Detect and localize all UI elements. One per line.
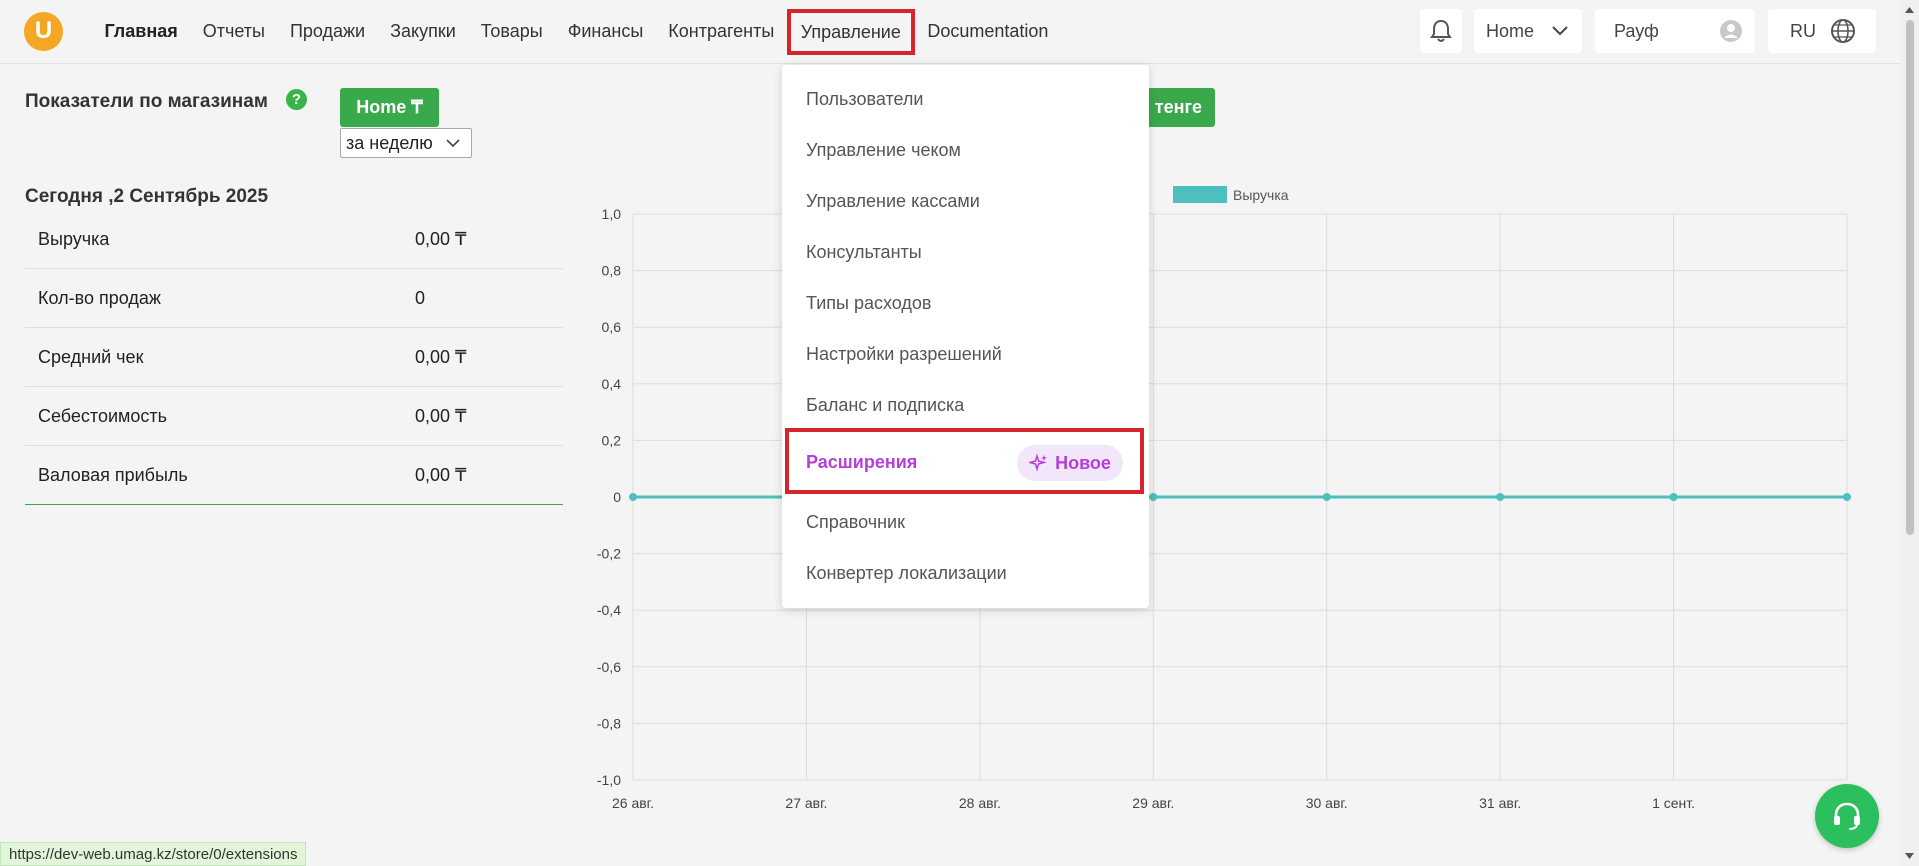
stat-row-sales-count: Кол-во продаж 0 xyxy=(25,269,563,328)
status-bar-url: https://dev-web.umag.kz/store/0/extensio… xyxy=(0,842,307,866)
y-tick-label: -0,6 xyxy=(597,659,621,675)
language-code: RU xyxy=(1790,20,1816,41)
x-tick-label: 1 сент. xyxy=(1652,795,1695,811)
menu-item-balance-subscription[interactable]: Баланс и подписка xyxy=(806,395,964,416)
new-badge-label: Новое xyxy=(1055,452,1111,473)
store-selector-label: Home xyxy=(1486,20,1535,41)
logo-letter: U xyxy=(34,16,53,44)
data-point xyxy=(1496,493,1505,501)
panel-title: Показатели по магазинам xyxy=(25,91,268,112)
nav-products[interactable]: Товары xyxy=(468,0,555,63)
nav-counterparties[interactable]: Контрагенты xyxy=(656,0,787,63)
bell-icon xyxy=(1430,19,1452,42)
scroll-thumb[interactable] xyxy=(1906,20,1914,535)
x-tick-label: 31 авг. xyxy=(1479,795,1521,811)
nav-purchases[interactable]: Закупки xyxy=(378,0,469,63)
stat-value: 0 xyxy=(415,287,426,308)
scroll-down-icon[interactable] xyxy=(1900,849,1919,863)
x-tick-label: 28 авг. xyxy=(959,795,1001,811)
menu-item-reference[interactable]: Справочник xyxy=(806,512,905,533)
menu-item-expense-types[interactable]: Типы расходов xyxy=(806,293,931,314)
y-tick-label: 0 xyxy=(613,489,621,505)
avatar-icon xyxy=(1720,20,1742,42)
new-badge: Новое xyxy=(1017,445,1123,481)
support-chat-button[interactable] xyxy=(1815,784,1879,848)
globe-icon xyxy=(1831,19,1855,43)
scroll-up-icon[interactable] xyxy=(1900,3,1919,17)
nav-management[interactable]: Управление xyxy=(786,8,915,55)
data-point xyxy=(629,493,637,501)
nav-finance[interactable]: Финансы xyxy=(555,0,656,63)
legend-label: Выручка xyxy=(1233,187,1289,203)
menu-item-permission-settings[interactable]: Настройки разрешений xyxy=(806,344,1002,365)
top-navigation-bar: U Главная Отчеты Продажи Закупки Товары … xyxy=(0,0,1900,64)
y-tick-label: 0,6 xyxy=(602,319,622,335)
menu-item-users[interactable]: Пользователи xyxy=(806,89,923,110)
y-tick-label: -0,8 xyxy=(597,715,621,731)
data-point xyxy=(1149,493,1158,501)
store-filter-button[interactable]: Home ₸ xyxy=(340,88,439,127)
stat-value: 0,00 ₸ xyxy=(415,464,467,485)
help-icon[interactable]: ? xyxy=(286,89,307,110)
y-tick-label: 1,0 xyxy=(602,206,622,222)
stat-row-revenue: Выручка 0,00 ₸ xyxy=(25,210,563,269)
date-heading: Сегодня ,2 Сентябрь 2025 xyxy=(25,186,269,207)
y-tick-label: 0,4 xyxy=(602,376,622,392)
sparkle-icon xyxy=(1029,453,1048,472)
menu-item-extensions[interactable]: Расширения xyxy=(806,452,917,473)
nav-sales[interactable]: Продажи xyxy=(277,0,377,63)
y-tick-label: -0,4 xyxy=(597,602,621,618)
stat-value: 0,00 ₸ xyxy=(415,228,467,249)
stat-row-average-check: Средний чек 0,00 ₸ xyxy=(25,328,563,387)
stat-label: Себестоимость xyxy=(38,405,168,426)
x-tick-label: 30 авг. xyxy=(1306,795,1348,811)
menu-item-localization-converter[interactable]: Конвертер локализации xyxy=(806,563,1007,584)
store-selector[interactable]: Home xyxy=(1474,9,1582,53)
stat-row-cost: Себестоимость 0,00 ₸ xyxy=(25,387,563,446)
main-nav: Главная Отчеты Продажи Закупки Товары Фи… xyxy=(92,0,1061,63)
stat-value: 0,00 ₸ xyxy=(415,405,467,426)
nav-reports[interactable]: Отчеты xyxy=(190,0,277,63)
stat-value: 0,00 ₸ xyxy=(415,346,467,367)
x-tick-label: 29 авг. xyxy=(1132,795,1174,811)
nav-home[interactable]: Главная xyxy=(92,0,190,63)
menu-item-consultants[interactable]: Консультанты xyxy=(806,242,922,263)
user-name: Рауф xyxy=(1614,20,1659,41)
legend-swatch xyxy=(1173,186,1227,203)
revenue-line-chart: 1,0 0,8 0,6 0,4 0,2 0 -0,2 -0,4 -0,6 -0,8 -1,0 26 а… xyxy=(597,186,1851,811)
x-tick-label: 27 авг. xyxy=(785,795,827,811)
data-point xyxy=(1669,493,1678,501)
vertical-scrollbar[interactable] xyxy=(1900,0,1919,866)
stat-row-gross-profit: Валовая прибыль 0,00 ₸ xyxy=(25,446,563,505)
stat-label: Средний чек xyxy=(38,346,144,367)
headset-icon xyxy=(1834,802,1860,830)
y-tick-label: -1,0 xyxy=(597,772,621,788)
data-point xyxy=(1843,493,1851,501)
chevron-down-icon xyxy=(446,138,460,147)
stat-label: Валовая прибыль xyxy=(38,464,188,485)
chevron-down-icon xyxy=(1552,26,1568,36)
language-selector[interactable]: RU xyxy=(1768,9,1876,53)
y-tick-label: 0,2 xyxy=(602,432,622,448)
y-tick-label: -0,2 xyxy=(597,546,621,562)
menu-item-receipt-management[interactable]: Управление чеком xyxy=(806,140,961,161)
user-menu[interactable]: Рауф xyxy=(1595,9,1755,53)
menu-item-cash-registers[interactable]: Управление кассами xyxy=(806,191,980,212)
umag-logo[interactable]: U xyxy=(24,12,63,51)
management-dropdown-menu: Пользователи Управление чеком Управление… xyxy=(782,65,1149,608)
y-tick-label: 0,8 xyxy=(602,263,622,279)
stat-label: Кол-во продаж xyxy=(38,287,161,308)
notifications-button[interactable] xyxy=(1420,9,1462,53)
x-tick-label: 26 авг. xyxy=(612,795,654,811)
period-select[interactable]: за неделю xyxy=(340,128,472,158)
stats-table: Выручка 0,00 ₸ Кол-во продаж 0 Средний чек… xyxy=(25,210,563,505)
nav-documentation[interactable]: Documentation xyxy=(915,0,1061,63)
data-point xyxy=(1322,493,1331,501)
period-value: за неделю xyxy=(346,132,433,153)
stat-label: Выручка xyxy=(38,228,110,249)
